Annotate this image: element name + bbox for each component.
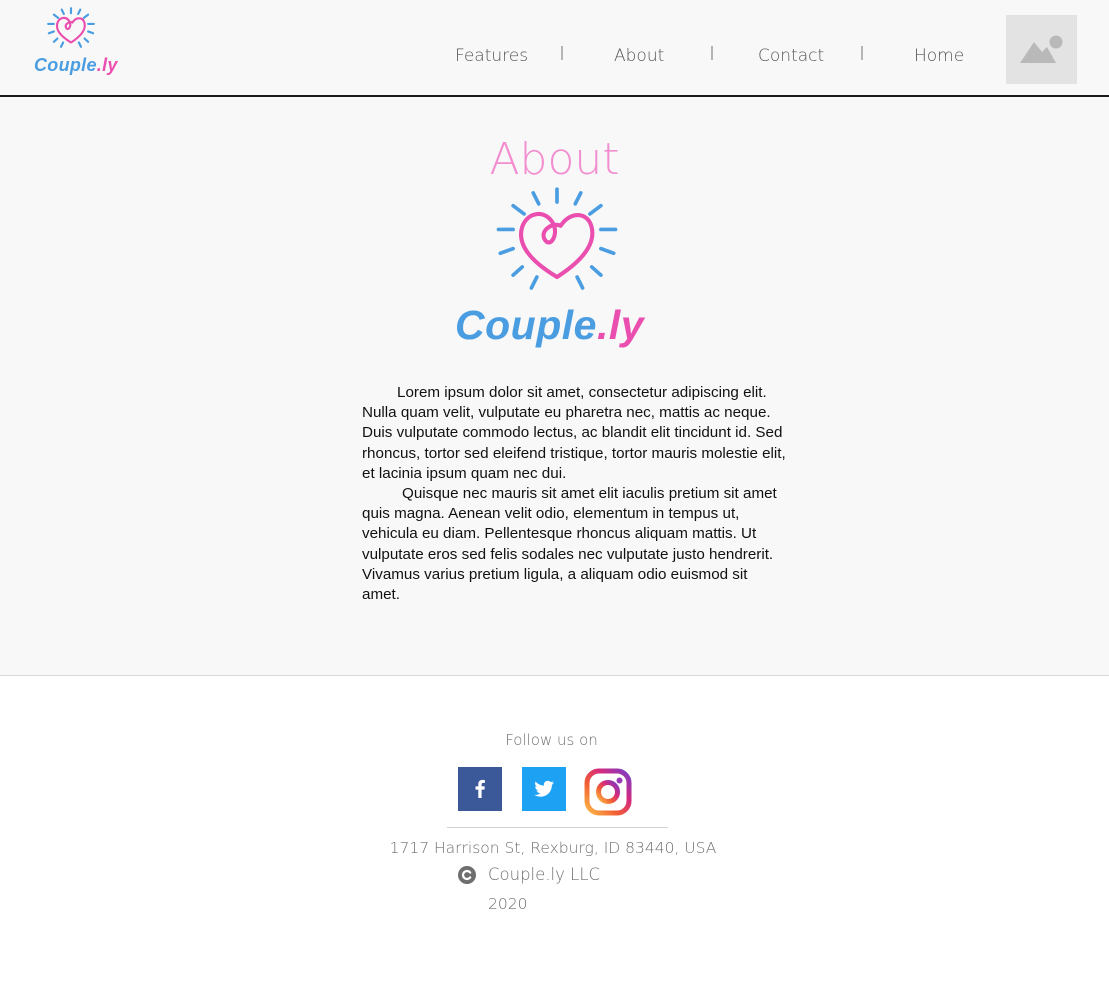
about-section: About Couple.ly Lorem ipsum dolor sit am… <box>0 97 1109 676</box>
about-logo: Couple.ly <box>455 185 655 365</box>
header-logo-wordmark: Couple.ly <box>34 55 118 75</box>
copyright-year: 2020 <box>488 895 528 913</box>
image-placeholder-icon <box>1020 35 1063 63</box>
facebook-link[interactable] <box>458 767 502 811</box>
nav-separator <box>561 46 563 60</box>
facebook-icon <box>475 779 485 798</box>
nav-about[interactable]: About <box>614 46 664 66</box>
site-header: Couple.ly Features About Contact Home <box>0 0 1109 97</box>
heart-sunburst-icon <box>47 7 95 48</box>
company-name: Couple.ly LLC <box>488 865 601 884</box>
about-paragraph: Quisque nec mauris sit amet elit iaculis… <box>362 485 777 604</box>
follow-us-label: Follow us on <box>505 731 598 749</box>
nav-separator <box>711 46 713 60</box>
about-body: Lorem ipsum dolor sit amet, consectetur … <box>362 383 787 605</box>
footer-divider <box>447 827 668 828</box>
page-title: About <box>489 134 620 185</box>
twitter-icon <box>534 780 554 797</box>
instagram-link[interactable] <box>584 768 632 816</box>
nav-contact[interactable]: Contact <box>758 46 824 66</box>
copyright-icon <box>458 866 476 884</box>
footer-address: 1717 Harrison St, Rexburg, ID 83440, USA <box>389 839 717 857</box>
header-logo[interactable]: Couple.ly <box>32 6 117 78</box>
nav-separator <box>861 46 863 60</box>
heart-sunburst-icon <box>496 187 618 290</box>
instagram-icon <box>584 768 632 816</box>
about-logo-wordmark: Couple.ly <box>455 302 645 348</box>
profile-image[interactable] <box>1006 15 1077 84</box>
nav-home[interactable]: Home <box>914 46 964 66</box>
about-paragraph: Lorem ipsum dolor sit amet, consectetur … <box>362 384 786 482</box>
nav-features[interactable]: Features <box>455 46 528 66</box>
twitter-link[interactable] <box>522 767 566 811</box>
